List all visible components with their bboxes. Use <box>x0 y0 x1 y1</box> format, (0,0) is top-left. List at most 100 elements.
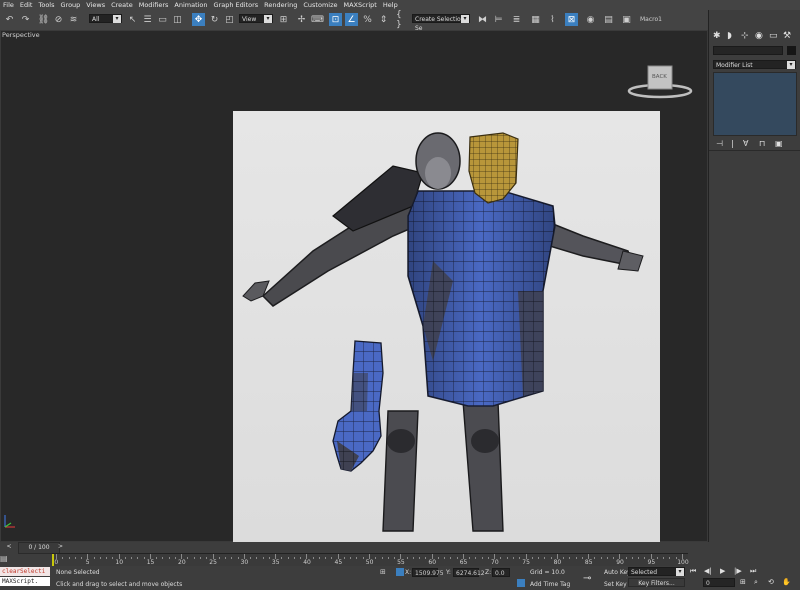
key-selection-dropdown[interactable]: Selected ▾ <box>628 567 685 576</box>
snap-toggle-icon[interactable]: ⊡ <box>329 13 342 26</box>
redo-icon[interactable]: ↷ <box>19 13 32 26</box>
y-coordinate-field[interactable]: 6274.612 <box>453 568 485 577</box>
menu-file[interactable]: File <box>0 1 17 9</box>
menu-views[interactable]: Views <box>83 1 108 9</box>
go-to-start-icon[interactable]: ⏮ <box>690 567 696 576</box>
selection-lock-toggle[interactable] <box>396 568 404 576</box>
menu-graph-editors[interactable]: Graph Editors <box>211 1 262 9</box>
zoom-icon[interactable]: ⌕ <box>754 578 758 587</box>
select-object-icon[interactable]: ↖ <box>126 13 139 26</box>
object-name-field[interactable] <box>713 46 783 55</box>
set-key-button[interactable]: Set Key <box>604 581 627 588</box>
unlink-icon[interactable]: ⊘ <box>52 13 65 26</box>
viewport-label[interactable]: Perspective <box>2 31 40 39</box>
select-by-name-icon[interactable]: ☰ <box>141 13 154 26</box>
absolute-offset-icon[interactable]: ⊞ <box>380 568 387 576</box>
time-configuration-icon[interactable]: ⊞ <box>740 578 746 586</box>
menu-customize[interactable]: Customize <box>300 1 340 9</box>
menu-rendering[interactable]: Rendering <box>261 1 300 9</box>
auto-key-button[interactable]: Auto Key <box>604 569 631 576</box>
key-filters-button[interactable]: Key Filters... <box>628 578 685 587</box>
timeline-tick-label: 0 <box>54 559 59 566</box>
display-tab-icon[interactable]: ▭ <box>769 31 778 41</box>
remove-modifier-icon[interactable]: ⊓ <box>759 139 765 148</box>
modifier-list-dropdown[interactable]: Modifier List ▾ <box>713 60 796 69</box>
previous-frame-icon[interactable]: ◀| <box>704 567 712 575</box>
named-selection-sets-dropdown[interactable]: Create Selection Se ▾ <box>412 14 470 32</box>
undo-icon[interactable]: ↶ <box>3 13 16 26</box>
spinner-snap-icon[interactable]: ⇕ <box>377 13 390 26</box>
material-editor-icon[interactable]: ◉ <box>584 13 597 26</box>
timeline-minor-tick <box>625 557 627 559</box>
timeline-tick-label: 15 <box>146 559 155 566</box>
menu-edit[interactable]: Edit <box>17 1 36 9</box>
edit-named-selection-icon[interactable]: { } <box>396 10 409 30</box>
menu-group[interactable]: Group <box>58 1 84 9</box>
angle-snap-icon[interactable]: ∠ <box>345 13 358 26</box>
z-coordinate-field[interactable]: 0.0 <box>492 568 510 577</box>
menu-create[interactable]: Create <box>108 1 136 9</box>
modifier-stack-list[interactable] <box>713 72 797 136</box>
make-unique-icon[interactable]: ∀ <box>743 139 748 148</box>
maxscript-listener-output[interactable]: clearSelecti <box>0 567 50 576</box>
x-coordinate-field[interactable]: 1509.975 <box>412 568 444 577</box>
curve-editor-icon[interactable]: ⌇ <box>546 13 559 26</box>
play-icon[interactable]: ▶ <box>720 567 725 575</box>
render-setup-icon[interactable]: ▤ <box>602 13 615 26</box>
show-end-result-icon[interactable]: | <box>731 139 734 148</box>
keyboard-shortcut-override-icon[interactable]: ⌨ <box>311 13 324 26</box>
current-frame-field[interactable]: 0 <box>703 578 735 587</box>
next-frame-icon[interactable]: |▶ <box>734 567 742 575</box>
menu-maxscript[interactable]: MAXScript <box>341 1 380 9</box>
configure-modifier-sets-icon[interactable]: ▣ <box>775 139 783 148</box>
timeline-minor-tick <box>444 557 446 559</box>
character-model <box>242 132 644 532</box>
view-cube[interactable] <box>626 64 694 104</box>
select-and-manipulate-icon[interactable]: ✢ <box>295 13 308 26</box>
window-crossing-icon[interactable]: ◫ <box>171 13 184 26</box>
modify-tab-icon[interactable]: ◗ <box>727 31 732 41</box>
menu-modifiers[interactable]: Modifiers <box>136 1 172 9</box>
reference-coordinate-dropdown[interactable]: View ▾ <box>239 14 273 23</box>
selection-region-icon[interactable]: ▭ <box>156 13 169 26</box>
add-time-tag[interactable]: Add Time Tag <box>530 581 570 588</box>
track-bar[interactable]: 0 5 10 15 20 25 30 35 40 45 50 55 60 65 70 75 80 85 90 95 10… <box>52 553 689 566</box>
time-slider-next[interactable]: > <box>58 542 70 552</box>
timeline-minor-tick <box>262 557 264 559</box>
set-keys-icon[interactable]: ⊸ <box>583 573 591 584</box>
select-and-move-icon[interactable]: ✥ <box>192 13 205 26</box>
select-and-rotate-icon[interactable]: ↻ <box>208 13 221 26</box>
create-tab-icon[interactable]: ✱ <box>713 31 721 41</box>
menu-help[interactable]: Help <box>380 1 401 9</box>
go-to-end-icon[interactable]: ⏭ <box>750 567 756 576</box>
orbit-icon[interactable]: ⟲ <box>768 578 774 586</box>
mirror-icon[interactable]: ⧓ <box>476 13 489 26</box>
timeline-minor-tick <box>563 557 565 559</box>
pan-icon[interactable]: ✋ <box>782 578 791 586</box>
motion-tab-icon[interactable]: ◉ <box>755 31 763 41</box>
menu-animation[interactable]: Animation <box>171 1 210 9</box>
pin-stack-icon[interactable]: ⊣ <box>716 139 723 148</box>
align-icon[interactable]: ⊨ <box>492 13 505 26</box>
layer-manager-icon[interactable]: ≣ <box>510 13 523 26</box>
select-link-icon[interactable]: ⛓ <box>37 13 50 26</box>
mini-curve-editor-icon[interactable]: ▤ <box>0 554 14 564</box>
schematic-view-icon[interactable]: ⊠ <box>565 13 578 26</box>
rendered-frame-window-icon[interactable]: ▣ <box>620 13 633 26</box>
graphite-tools-icon[interactable]: ▦ <box>529 13 542 26</box>
menu-tools[interactable]: Tools <box>35 1 57 9</box>
time-tag-icon[interactable] <box>517 579 525 587</box>
timeline-tick-label: 80 <box>553 559 562 566</box>
timeline-minor-tick <box>112 557 114 559</box>
object-color-swatch[interactable] <box>787 46 796 55</box>
select-and-scale-icon[interactable]: ◰ <box>223 13 236 26</box>
pivot-center-icon[interactable]: ⊞ <box>277 13 290 26</box>
utilities-tab-icon[interactable]: ⚒ <box>783 31 791 41</box>
hierarchy-tab-icon[interactable]: ⊹ <box>741 31 749 41</box>
time-slider-prev[interactable]: < <box>0 542 18 552</box>
percent-snap-icon[interactable]: % <box>361 13 374 26</box>
maxscript-listener-input[interactable]: MAXScript. <box>0 577 50 586</box>
macro-label[interactable]: Macro1 <box>640 16 662 23</box>
bind-space-warp-icon[interactable]: ≋ <box>67 13 80 26</box>
selection-filter-dropdown[interactable]: All ▾ <box>89 14 122 23</box>
